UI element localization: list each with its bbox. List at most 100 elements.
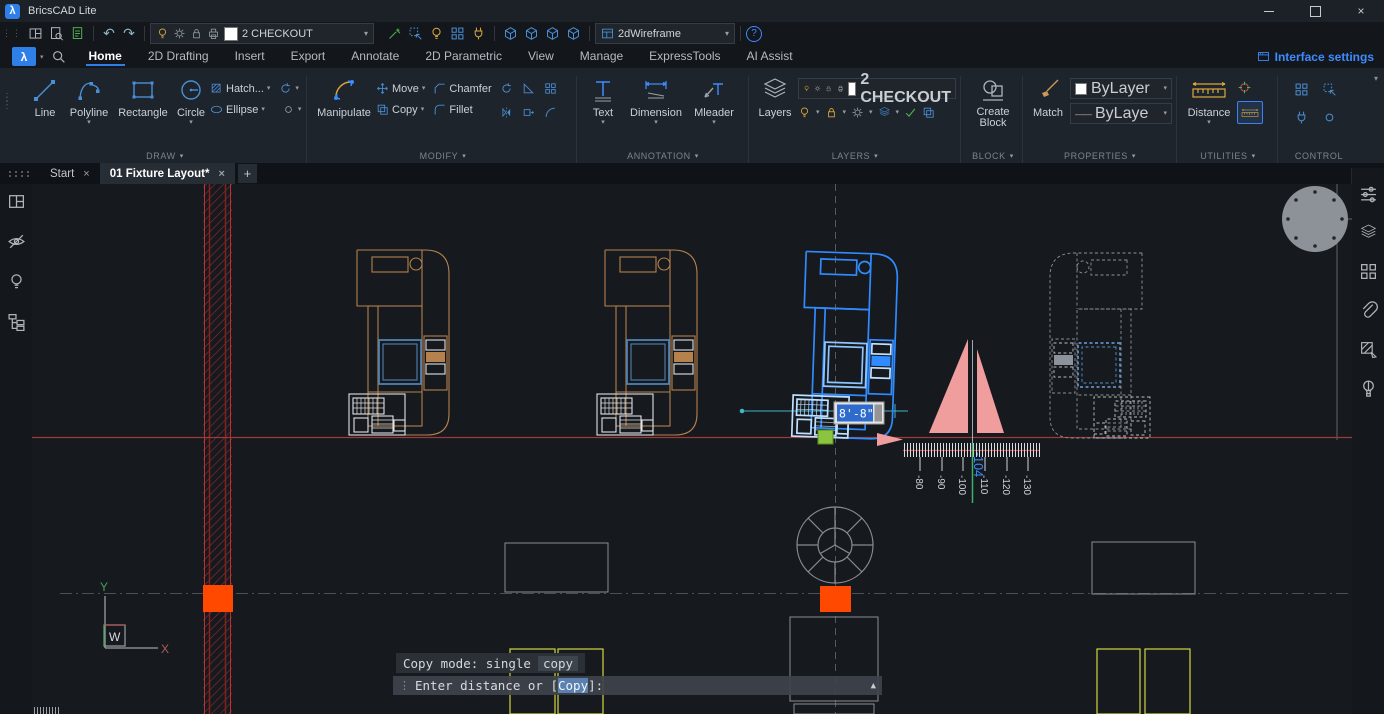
close-icon[interactable]: × — [83, 168, 89, 180]
new-tab-button[interactable]: + — [238, 164, 257, 183]
chevron-down-icon[interactable]: ▾ — [40, 53, 44, 61]
command-grip[interactable]: ⋮ — [399, 679, 410, 692]
close-button[interactable]: × — [1338, 0, 1384, 22]
polyline-button[interactable]: Polyline ▾ — [64, 68, 114, 126]
layers-panel-button[interactable] — [1359, 223, 1378, 242]
attachments-panel-button[interactable] — [1359, 301, 1378, 320]
mleader-button[interactable]: Mleader ▾ — [688, 68, 740, 126]
hatched-column-strip[interactable] — [203, 184, 232, 714]
tab-expresstools[interactable]: ExpressTools — [636, 47, 733, 66]
dynamic-dimension-input[interactable]: 8'-8" — [834, 402, 884, 424]
match-properties-button[interactable]: Match — [1026, 68, 1070, 119]
manipulate-button[interactable]: Manipulate — [312, 68, 376, 119]
group-label-utilities[interactable]: UTILITIES▾ — [1181, 151, 1275, 161]
panels-button[interactable] — [7, 192, 26, 211]
doc-open-button[interactable] — [67, 24, 88, 43]
visual-style-dropdown[interactable]: 2dWireframe ▾ — [595, 23, 735, 44]
move-button[interactable]: Move ▾ — [376, 82, 425, 95]
title-bar[interactable]: λ BricsCAD Lite × — [0, 0, 1384, 22]
linetype-dropdown[interactable]: —— ByLaye ▾ — [1070, 103, 1172, 124]
group-label-layers[interactable]: LAYERS▾ — [752, 151, 958, 161]
ribbon-layer-dropdown[interactable]: 2 CHECKOUT — [798, 78, 956, 99]
layer-freeze-button[interactable] — [851, 106, 864, 119]
rectangle-button[interactable]: Rectangle — [114, 68, 172, 119]
isolate-objects-button[interactable] — [7, 272, 26, 291]
hide-objects-button[interactable] — [7, 232, 26, 251]
ribbon-collapse-button[interactable]: ▾ — [1374, 74, 1378, 83]
revision-cloud-button[interactable]: ▾ — [279, 82, 299, 95]
tab-fixture-layout[interactable]: 01 Fixture Layout* × — [100, 163, 235, 184]
dimension-button[interactable]: Dimension ▾ — [624, 68, 688, 126]
drawing-canvas[interactable]: -80 -90 -100 -110 -120 -130 -104 8'-8" — [32, 184, 1352, 714]
toolbar-grip[interactable]: ⋮⋮ — [2, 28, 22, 39]
tab-annotate[interactable]: Annotate — [338, 47, 412, 66]
properties-panel-button[interactable] — [1359, 184, 1378, 203]
color-dropdown[interactable]: ByLayer ▾ — [1070, 78, 1172, 99]
tab-2d-parametric[interactable]: 2D Parametric — [412, 47, 515, 66]
id-point-button[interactable] — [1237, 80, 1252, 95]
tab-ai-assist[interactable]: AI Assist — [734, 47, 806, 66]
interface-settings-button[interactable]: Interface settings — [1257, 50, 1374, 64]
tab-bar-grip[interactable] — [8, 170, 30, 178]
hatch-button[interactable]: Hatch... ▾ — [210, 82, 270, 95]
layer-new-button[interactable] — [922, 106, 935, 119]
array-tool-button[interactable] — [447, 24, 468, 43]
components-panel-button[interactable] — [1359, 262, 1378, 281]
rotate-button[interactable] — [498, 79, 516, 97]
lasso-control-button[interactable] — [1319, 108, 1340, 127]
fillet-button[interactable]: Fillet — [433, 103, 472, 116]
undo-button[interactable]: ↶ — [99, 24, 119, 43]
layer-dropdown[interactable]: 2 CHECKOUT ▾ — [150, 23, 374, 44]
checkout-fixture-2[interactable] — [597, 250, 697, 435]
group-label-modify[interactable]: MODIFY▾ — [312, 151, 574, 161]
redo-button[interactable]: ↷ — [119, 24, 139, 43]
point-button[interactable]: ▾ — [282, 103, 302, 116]
grip-point[interactable] — [818, 430, 833, 444]
maximize-button[interactable] — [1292, 0, 1338, 22]
distance-button[interactable]: Distance ▾ — [1181, 68, 1237, 126]
checkout-fixture-1[interactable] — [349, 250, 449, 435]
doc-preview-button[interactable] — [46, 24, 67, 43]
view-cube-button-3[interactable] — [542, 24, 563, 43]
grid-marker-left[interactable] — [203, 585, 233, 612]
tab-2d-drafting[interactable]: 2D Drafting — [135, 47, 222, 66]
tab-insert[interactable]: Insert — [222, 47, 278, 66]
round-column[interactable] — [1282, 186, 1348, 252]
application-button[interactable]: λ — [12, 47, 36, 66]
close-icon[interactable]: × — [218, 168, 224, 180]
stretch-button[interactable] — [520, 103, 538, 121]
help-button[interactable]: ? — [746, 26, 762, 42]
drawing-viewport[interactable]: -80 -90 -100 -110 -120 -130 -104 8'-8" — [32, 184, 1352, 714]
tab-home[interactable]: Home — [76, 47, 135, 66]
group-label-properties[interactable]: PROPERTIES▾ — [1026, 151, 1174, 161]
tab-view[interactable]: View — [515, 47, 567, 66]
text-button[interactable]: Text ▾ — [582, 68, 624, 126]
layer-off-button[interactable] — [798, 106, 811, 119]
group-label-draw[interactable]: DRAW▾ — [26, 151, 304, 161]
tab-start[interactable]: Start × — [40, 163, 100, 184]
chamfer-button[interactable]: Chamfer — [433, 82, 491, 95]
tab-manage[interactable]: Manage — [567, 47, 636, 66]
grid-marker-center[interactable] — [820, 586, 851, 612]
selection-control-button[interactable] — [1319, 80, 1340, 99]
scale-button[interactable] — [520, 79, 538, 97]
mirror-button[interactable] — [498, 103, 516, 121]
segmented-column[interactable] — [797, 507, 873, 583]
group-label-block[interactable]: BLOCK▾ — [964, 151, 1022, 161]
command-option-copy[interactable]: Copy — [558, 678, 588, 693]
minimize-button[interactable] — [1246, 0, 1292, 22]
create-block-button[interactable]: Create Block — [966, 68, 1020, 129]
layer-states-button[interactable] — [878, 106, 891, 119]
group-label-annotation[interactable]: ANNOTATION▾ — [582, 151, 744, 161]
render-panel-button[interactable] — [1359, 379, 1378, 398]
view-cube-button-1[interactable] — [500, 24, 521, 43]
annotation-wand-button[interactable] — [384, 24, 405, 43]
layers-button[interactable]: Layers — [752, 68, 798, 119]
hatch-panel-button[interactable] — [1359, 340, 1378, 359]
ribbon-grip[interactable]: ⋮⋮⋮ — [2, 96, 12, 108]
layer-check-button[interactable] — [904, 106, 917, 119]
checkout-fixture-4[interactable] — [1050, 253, 1150, 438]
line-button[interactable]: Line — [26, 68, 64, 119]
array-button[interactable] — [542, 79, 560, 97]
group-label-control[interactable]: CONTROL — [1281, 151, 1357, 161]
